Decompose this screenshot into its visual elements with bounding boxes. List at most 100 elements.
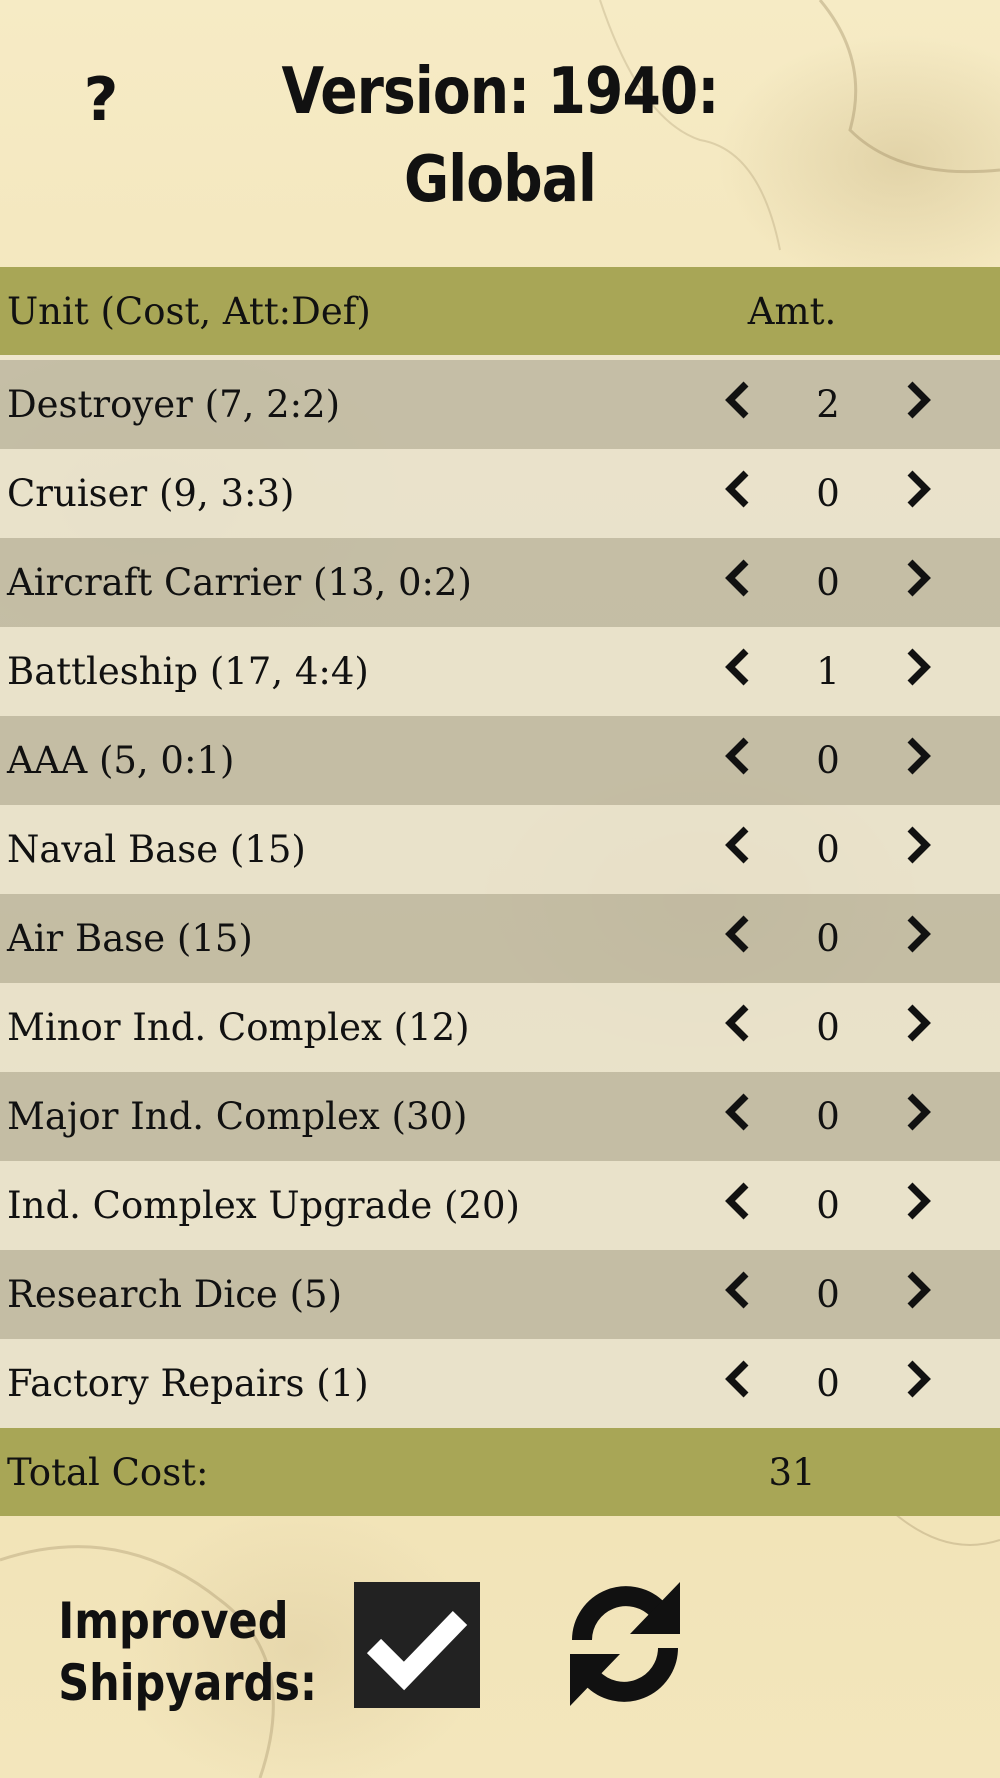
amount-value: 0	[816, 472, 840, 515]
amount-stepper: 0	[707, 909, 957, 969]
increment-button[interactable]	[889, 820, 949, 880]
unit-name-cell: Battleship (17, 4:4)	[0, 650, 697, 693]
chevron-left-icon	[722, 1092, 752, 1141]
unit-name: Ind. Complex Upgrade	[7, 1184, 433, 1227]
unit-name-cell: Minor Ind. Complex (12)	[0, 1006, 697, 1049]
unit-name-cell: Research Dice (5)	[0, 1273, 697, 1316]
unit-name: Naval Base	[7, 828, 219, 871]
unit-name: Air Base	[7, 917, 166, 960]
chevron-right-icon	[904, 1003, 934, 1052]
decrement-button[interactable]	[707, 1087, 767, 1147]
amount-value: 0	[816, 917, 840, 960]
table-row: Minor Ind. Complex (12) 0	[0, 983, 1000, 1072]
increment-button[interactable]	[889, 731, 949, 791]
unit-detail: (12)	[393, 1006, 470, 1049]
unit-name-cell: AAA (5, 0:1)	[0, 739, 697, 782]
increment-button[interactable]	[889, 642, 949, 702]
unit-name-cell: Factory Repairs (1)	[0, 1362, 697, 1405]
increment-button[interactable]	[889, 1087, 949, 1147]
table-row: Aircraft Carrier (13, 0:2) 0	[0, 538, 1000, 627]
unit-detail: (7, 2:2)	[204, 383, 341, 426]
decrement-button[interactable]	[707, 731, 767, 791]
chevron-right-icon	[904, 1270, 934, 1319]
unit-name: AAA	[7, 739, 88, 782]
column-header-unit: Unit (Cost, Att:Def)	[7, 289, 371, 333]
unit-name: Major Ind. Complex	[7, 1095, 380, 1138]
help-icon[interactable]: ?	[78, 62, 124, 138]
unit-name: Destroyer	[7, 383, 193, 426]
amount-value: 1	[816, 650, 840, 693]
increment-button[interactable]	[889, 1354, 949, 1414]
unit-name: Minor Ind. Complex	[7, 1006, 382, 1049]
increment-button[interactable]	[889, 375, 949, 435]
amount-stepper: 0	[707, 1087, 957, 1147]
page-title: Version: 1940: Global	[216, 48, 784, 224]
improved-shipyards-checkbox[interactable]	[354, 1582, 480, 1708]
decrement-button[interactable]	[707, 909, 767, 969]
decrement-button[interactable]	[707, 553, 767, 613]
decrement-button[interactable]	[707, 375, 767, 435]
decrement-button[interactable]	[707, 642, 767, 702]
amount-value: 0	[816, 739, 840, 782]
unit-detail: (1)	[316, 1362, 369, 1405]
table-row: Air Base (15) 0	[0, 894, 1000, 983]
amount-stepper: 0	[707, 1265, 957, 1325]
decrement-button[interactable]	[707, 820, 767, 880]
amount-value: 0	[816, 1095, 840, 1138]
unit-detail: (15)	[229, 828, 306, 871]
chevron-right-icon	[904, 1092, 934, 1141]
app-header: ? Version: 1940: Global	[0, 0, 1000, 266]
decrement-button[interactable]	[707, 1354, 767, 1414]
table-row: AAA (5, 0:1) 0	[0, 716, 1000, 805]
improved-shipyards-line-2: Shipyards:	[58, 1654, 318, 1712]
increment-button[interactable]	[889, 1265, 949, 1325]
table-row: Research Dice (5) 0	[0, 1250, 1000, 1339]
amount-value: 0	[816, 561, 840, 604]
chevron-right-icon	[904, 736, 934, 785]
chevron-left-icon	[722, 647, 752, 696]
unit-name-cell: Destroyer (7, 2:2)	[0, 383, 697, 426]
unit-detail: (5, 0:1)	[98, 739, 235, 782]
amount-value: 0	[816, 1273, 840, 1316]
chevron-right-icon	[904, 380, 934, 429]
decrement-button[interactable]	[707, 1265, 767, 1325]
increment-button[interactable]	[889, 909, 949, 969]
unit-name: Factory Repairs	[7, 1362, 305, 1405]
table-row: Battleship (17, 4:4) 1	[0, 627, 1000, 716]
unit-detail: (9, 3:3)	[159, 472, 295, 515]
chevron-left-icon	[722, 558, 752, 607]
increment-button[interactable]	[889, 464, 949, 524]
amount-stepper: 1	[707, 642, 957, 702]
amount-value: 0	[816, 1006, 840, 1049]
unit-table: Unit (Cost, Att:Def) Amt. Destroyer (7, …	[0, 267, 1000, 1516]
unit-rows: Destroyer (7, 2:2) 2 Cruiser (9, 3:3) 0 Airc…	[0, 360, 1000, 1428]
reset-button[interactable]	[560, 1576, 690, 1712]
unit-detail: (17, 4:4)	[209, 650, 369, 693]
table-header-row: Unit (Cost, Att:Def) Amt.	[0, 267, 1000, 360]
unit-detail: (30)	[391, 1095, 468, 1138]
chevron-left-icon	[722, 1003, 752, 1052]
amount-stepper: 0	[707, 731, 957, 791]
unit-detail: (20)	[444, 1184, 520, 1227]
table-row: Destroyer (7, 2:2) 2	[0, 360, 1000, 449]
chevron-left-icon	[722, 825, 752, 874]
increment-button[interactable]	[889, 998, 949, 1058]
amount-value: 0	[816, 1184, 840, 1227]
unit-name-cell: Cruiser (9, 3:3)	[0, 472, 697, 515]
title-line-1: Version: 1940:	[281, 55, 719, 129]
unit-detail: (15)	[176, 917, 253, 960]
chevron-right-icon	[904, 469, 934, 518]
table-row: Ind. Complex Upgrade (20) 0	[0, 1161, 1000, 1250]
chevron-left-icon	[722, 1270, 752, 1319]
total-cost-label: Total Cost:	[7, 1450, 209, 1494]
increment-button[interactable]	[889, 1176, 949, 1236]
decrement-button[interactable]	[707, 998, 767, 1058]
amount-value: 0	[816, 1362, 840, 1405]
unit-name: Battleship	[7, 650, 199, 693]
decrement-button[interactable]	[707, 1176, 767, 1236]
decrement-button[interactable]	[707, 464, 767, 524]
chevron-left-icon	[722, 736, 752, 785]
improved-shipyards-line-1: Improved	[58, 1592, 289, 1650]
increment-button[interactable]	[889, 553, 949, 613]
chevron-left-icon	[722, 380, 752, 429]
